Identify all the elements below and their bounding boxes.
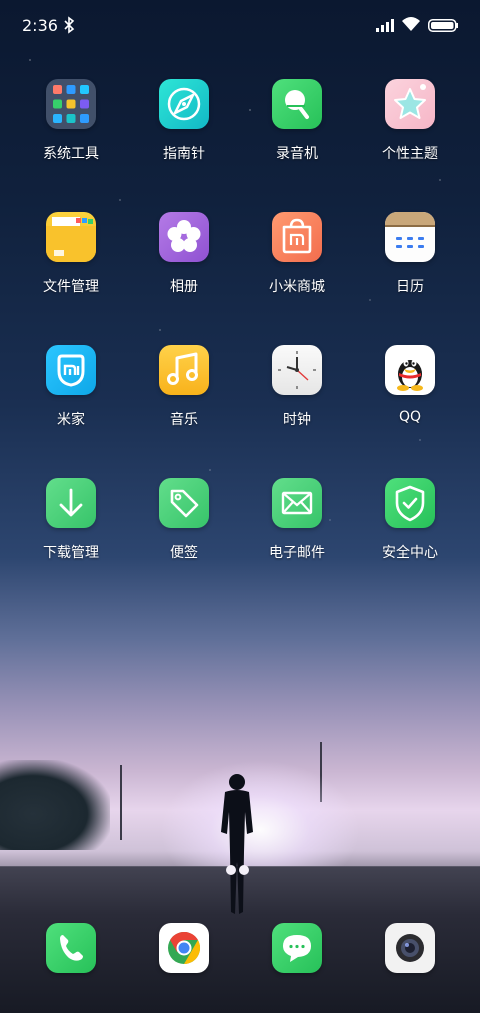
- app-label: 音乐: [170, 412, 198, 428]
- gallery-icon: [159, 212, 209, 262]
- app-mi-store[interactable]: 小米商城: [247, 212, 347, 296]
- app-music[interactable]: 音乐: [134, 345, 234, 429]
- app-email[interactable]: 电子邮件: [247, 478, 347, 562]
- wifi-icon: [402, 17, 420, 31]
- app-mi-home[interactable]: 米家: [21, 345, 121, 429]
- signal-icon: [376, 19, 394, 32]
- app-label: 系统工具: [43, 146, 99, 162]
- app-label: 指南针: [163, 146, 205, 162]
- app-gallery[interactable]: 相册: [134, 212, 234, 296]
- wallpaper-trees: [0, 760, 110, 850]
- email-icon: [272, 478, 322, 528]
- app-calendar[interactable]: 日历: [360, 212, 460, 296]
- app-label: 小米商城: [269, 279, 325, 295]
- app-label: 文件管理: [43, 279, 99, 295]
- battery-icon: [428, 19, 458, 32]
- app-file-manager[interactable]: 文件管理: [21, 212, 121, 296]
- chrome-icon[interactable]: [159, 923, 209, 973]
- themes-icon: [385, 79, 435, 129]
- system-tools-folder-icon: [46, 79, 96, 129]
- app-label: 录音机: [276, 146, 318, 162]
- app-system-tools[interactable]: 系统工具: [21, 79, 121, 163]
- app-label: 便签: [170, 545, 198, 561]
- wallpaper-pole: [120, 765, 122, 840]
- app-notes[interactable]: 便签: [134, 478, 234, 562]
- app-clock[interactable]: 时钟: [247, 345, 347, 429]
- bluetooth-icon: [64, 16, 75, 34]
- status-time: 2:36: [22, 16, 58, 35]
- phone-icon[interactable]: [46, 923, 96, 973]
- app-qq[interactable]: QQ: [360, 345, 460, 425]
- app-label: 日历: [396, 279, 424, 295]
- status-bar: 2:36: [0, 0, 480, 52]
- wallpaper-pole: [320, 742, 322, 802]
- security-icon: [385, 478, 435, 528]
- compass-icon: [159, 79, 209, 129]
- app-label: 米家: [57, 412, 85, 428]
- app-label: 安全中心: [382, 545, 438, 561]
- messages-icon[interactable]: [272, 923, 322, 973]
- file-manager-icon: [46, 212, 96, 262]
- app-label: 相册: [170, 279, 198, 295]
- calendar-icon: [385, 212, 435, 262]
- app-security[interactable]: 安全中心: [360, 478, 460, 562]
- qq-icon: [385, 345, 435, 395]
- music-icon: [159, 345, 209, 395]
- app-downloads[interactable]: 下载管理: [21, 478, 121, 562]
- app-label: 个性主题: [382, 146, 438, 162]
- notes-icon: [159, 478, 209, 528]
- mi-home-icon: [46, 345, 96, 395]
- app-themes[interactable]: 个性主题: [360, 79, 460, 163]
- mi-store-icon: [272, 212, 322, 262]
- app-label: 时钟: [283, 412, 311, 428]
- app-recorder[interactable]: 录音机: [247, 79, 347, 163]
- wallpaper-person-silhouette: [221, 774, 253, 914]
- camera-icon[interactable]: [385, 923, 435, 973]
- app-label: QQ: [398, 409, 422, 425]
- clock-icon: [272, 345, 322, 395]
- app-label: 下载管理: [43, 545, 99, 561]
- app-compass[interactable]: 指南针: [134, 79, 234, 163]
- app-label: 电子邮件: [269, 545, 325, 561]
- downloads-icon: [46, 478, 96, 528]
- recorder-icon: [272, 79, 322, 129]
